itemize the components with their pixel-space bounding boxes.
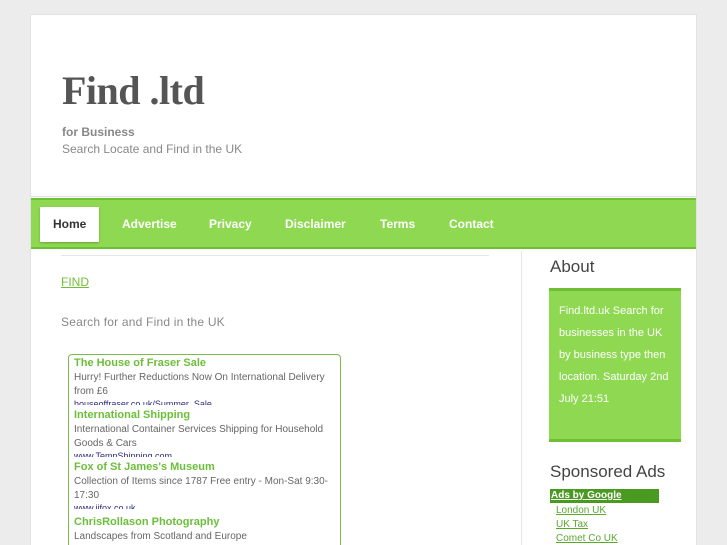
ad-description: Landscapes from Scotland and Europe [74,531,247,542]
ad-description: Collection of Items since 1787 Free entr… [74,476,329,501]
nav-privacy[interactable]: Privacy [209,207,252,242]
nav-contact[interactable]: Contact [449,207,494,242]
ad-description: Hurry! Further Reductions Now On Interna… [74,372,325,397]
ad-description: International Container Services Shippin… [74,424,324,449]
nav-home[interactable]: Home [40,207,100,242]
site-description: Search Locate and Find in the UK [62,142,243,156]
ad-url[interactable]: www.jjfox.co.uk [74,503,332,509]
ad-item[interactable]: Fox of St James's Museum Collection of I… [74,461,332,509]
page-container: Find .ltd for Business Search Locate and… [30,14,697,545]
ad-title[interactable]: ChrisRollason Photography [74,516,332,528]
site-title[interactable]: Find .ltd [62,67,205,114]
ad-unit: The House of Fraser Sale Hurry! Further … [68,354,341,545]
ads-by-google-link[interactable]: Ads by Google [550,489,659,503]
ad-item[interactable]: ChrisRollason Photography Landscapes fro… [74,516,332,544]
ad-url[interactable]: houseoffraser.co.uk/Summer_Sale [74,399,332,405]
ad-item[interactable]: International Shipping International Con… [74,409,332,457]
sponsored-ads-heading: Sponsored Ads [550,462,666,481]
ad-title[interactable]: The House of Fraser Sale [74,357,332,369]
ad-title[interactable]: Fox of St James's Museum [74,461,332,473]
ad-item[interactable]: The House of Fraser Sale Hurry! Further … [74,357,332,405]
nav-terms[interactable]: Terms [380,207,415,242]
about-heading: About [550,257,595,276]
nav-disclaimer[interactable]: Disclaimer [285,207,346,242]
nav-advertise[interactable]: Advertise [122,207,177,242]
ad-url[interactable]: www.TempShipping.com [74,451,332,457]
find-link[interactable]: FIND [61,275,89,289]
header-divider [31,196,696,197]
ad-title[interactable]: International Shipping [74,409,332,421]
main-intro-text: Search for and Find in the UK [61,315,225,329]
sidebar-divider [521,251,522,545]
about-box: Find.ltd.uk Search for businesses in the… [549,288,681,442]
site-tagline: for Business [62,125,135,139]
main-nav: Home Advertise Privacy Disclaimer Terms … [31,198,696,249]
sidebar-link-comet-co-uk[interactable]: Comet Co UK [556,533,618,544]
sidebar-link-london-uk[interactable]: London UK [556,505,606,516]
sidebar-link-uk-tax[interactable]: UK Tax [556,519,588,530]
content-divider [61,255,489,256]
